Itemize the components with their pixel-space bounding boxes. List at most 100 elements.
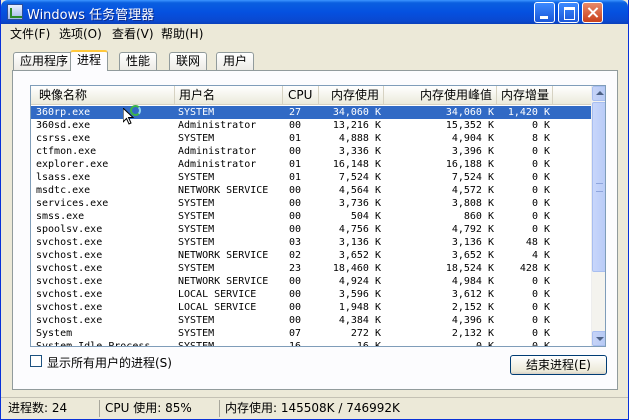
cell-image-name: svchost.exe <box>36 263 103 274</box>
cell-mem-usage: 4,564 K <box>338 185 381 196</box>
table-row[interactable]: svchost.exe SYSTEM 23 18,460 K 18,524 K 428 K <box>31 262 591 275</box>
cell-mem-delta: 4 K <box>531 250 550 261</box>
cell-image-name: svchost.exe <box>36 250 103 261</box>
cell-image-name: spoolsv.exe <box>36 224 103 235</box>
end-process-button[interactable]: 结束进程(E) <box>510 355 607 375</box>
cell-user-name: SYSTEM <box>178 315 215 326</box>
cell-user-name: SYSTEM <box>178 328 215 339</box>
table-row[interactable]: svchost.exe SYSTEM 03 3,136 K 3,136 K 48 K <box>31 236 591 249</box>
cell-cpu: 00 <box>289 146 302 157</box>
maximize-button[interactable] <box>558 2 579 23</box>
table-row[interactable]: svchost.exe NETWORK SERVICE 00 4,924 K 4,984… <box>31 275 591 288</box>
tab-applications[interactable]: 应用程序 <box>13 52 76 70</box>
column-user-name[interactable]: 用户名 <box>175 86 283 105</box>
table-row[interactable]: spoolsv.exe SYSTEM 00 4,756 K 4,792 K 0 K <box>31 223 591 236</box>
cell-peak-mem: 3,612 K <box>451 289 494 300</box>
column-peak-mem[interactable]: 内存使用峰值 <box>384 86 497 105</box>
title-bar[interactable]: Windows 任务管理器 <box>1 0 628 24</box>
cell-cpu: 23 <box>289 263 302 274</box>
scroll-up-button[interactable] <box>592 86 605 101</box>
menu-help[interactable]: 帮助(H) <box>161 25 203 42</box>
table-row[interactable]: System Idle Process SYSTEM 16 16 K 0 K 0 K <box>31 340 591 347</box>
show-all-users-checkbox[interactable] <box>30 355 42 367</box>
table-row[interactable]: csrss.exe SYSTEM 01 4,888 K 4,904 K 8 K <box>31 132 591 145</box>
table-row[interactable]: svchost.exe SYSTEM 00 4,384 K 4,396 K 0 K <box>31 314 591 327</box>
table-row[interactable]: 360sd.exe Administrator 00 13,216 K 15,352 K… <box>31 119 591 132</box>
cell-image-name: lsass.exe <box>36 172 91 183</box>
cell-mem-usage: 4,384 K <box>338 315 381 326</box>
cell-mem-delta: 0 K <box>531 302 550 313</box>
busy-spinner-icon <box>130 105 141 116</box>
scroll-thumb[interactable] <box>592 102 605 272</box>
status-process-count: 进程数: 24 <box>8 401 68 415</box>
cell-cpu: 02 <box>289 250 302 261</box>
cell-peak-mem: 2,152 K <box>451 302 494 313</box>
cell-user-name: Administrator <box>178 120 257 131</box>
table-row[interactable]: services.exe SYSTEM 00 3,736 K 3,808 K 0 K <box>31 197 591 210</box>
column-cpu[interactable]: CPU <box>283 86 319 105</box>
cell-peak-mem: 4,792 K <box>451 224 494 235</box>
cell-image-name: System <box>36 328 73 339</box>
process-list[interactable]: 映像名称 用户名 CPU 内存使用 内存使用峰值 内存增量 360rp.exe S… <box>30 85 606 347</box>
cell-mem-delta: 0 K <box>531 185 550 196</box>
status-cpu-usage: CPU 使用: 85% <box>99 400 217 417</box>
status-bar: 进程数: 24 CPU 使用: 85% 内存使用: 145508K / 7469… <box>1 397 628 419</box>
cell-mem-delta: 0 K <box>531 120 550 131</box>
cell-mem-usage: 4,756 K <box>338 224 381 235</box>
cell-peak-mem: 18,524 K <box>445 263 494 274</box>
cell-mem-delta: 48 K <box>525 237 550 248</box>
scroll-down-button[interactable] <box>592 331 605 346</box>
cell-user-name: SYSTEM <box>178 198 215 209</box>
column-mem-delta[interactable]: 内存增量 <box>497 86 553 105</box>
menu-bar: 文件(F) 选项(O) 查看(V) 帮助(H) <box>1 24 628 42</box>
cell-peak-mem: 2,132 K <box>451 328 494 339</box>
close-button[interactable] <box>582 2 603 23</box>
tab-networking[interactable]: 联网 <box>169 52 208 70</box>
table-row[interactable]: 360rp.exe SYSTEM 27 34,060 K 34,060 K 1,420 K <box>31 106 591 119</box>
cell-image-name: explorer.exe <box>36 159 109 170</box>
tab-processes[interactable]: 进程 <box>70 50 109 71</box>
cell-user-name: SYSTEM <box>178 172 215 183</box>
cell-user-name: SYSTEM <box>178 237 215 248</box>
cell-image-name: svchost.exe <box>36 302 103 313</box>
table-row[interactable]: lsass.exe SYSTEM 01 7,524 K 7,524 K 0 K <box>31 171 591 184</box>
cell-peak-mem: 15,352 K <box>445 120 494 131</box>
cell-user-name: NETWORK SERVICE <box>178 185 269 196</box>
cell-cpu: 00 <box>289 185 302 196</box>
cell-mem-delta: 0 K <box>531 159 550 170</box>
table-row[interactable]: ctfmon.exe Administrator 00 3,336 K 3,396 K 0… <box>31 145 591 158</box>
cell-peak-mem: 4,396 K <box>451 315 494 326</box>
task-manager-icon <box>7 4 23 20</box>
menu-file[interactable]: 文件(F) <box>10 25 50 42</box>
cell-user-name: NETWORK SERVICE <box>178 276 269 287</box>
cell-image-name: 360sd.exe <box>36 120 91 131</box>
minimize-button[interactable] <box>534 2 555 23</box>
tab-performance[interactable]: 性能 <box>119 52 158 70</box>
table-row[interactable]: svchost.exe LOCAL SERVICE 00 1,948 K 2,152 K… <box>31 301 591 314</box>
cell-user-name: Administrator <box>178 146 257 157</box>
menu-view[interactable]: 查看(V) <box>112 25 154 42</box>
cell-peak-mem: 3,136 K <box>451 237 494 248</box>
cell-mem-usage: 3,136 K <box>338 237 381 248</box>
cell-cpu: 01 <box>289 172 302 183</box>
table-row[interactable]: svchost.exe LOCAL SERVICE 00 3,596 K 3,612 K… <box>31 288 591 301</box>
table-row[interactable]: svchost.exe NETWORK SERVICE 02 3,652 K 3,652… <box>31 249 591 262</box>
cell-peak-mem: 16,188 K <box>445 159 494 170</box>
cell-peak-mem: 3,652 K <box>451 250 494 261</box>
vertical-scrollbar[interactable] <box>591 86 605 346</box>
cell-mem-usage: 16 K <box>356 341 381 347</box>
cell-user-name: LOCAL SERVICE <box>178 302 257 313</box>
column-mem-usage[interactable]: 内存使用 <box>319 86 384 105</box>
table-row[interactable]: explorer.exe Administrator 01 16,148 K 16,18… <box>31 158 591 171</box>
cell-cpu: 00 <box>289 276 302 287</box>
column-image-name[interactable]: 映像名称 <box>31 86 175 105</box>
table-row[interactable]: System SYSTEM 07 272 K 2,132 K 0 K <box>31 327 591 340</box>
menu-options[interactable]: 选项(O) <box>59 25 102 42</box>
cell-peak-mem: 7,524 K <box>451 172 494 183</box>
cell-mem-delta: 0 K <box>531 289 550 300</box>
show-all-users-label: 显示所有用户的进程(S) <box>47 356 172 370</box>
table-row[interactable]: msdtc.exe NETWORK SERVICE 00 4,564 K 4,572 K… <box>31 184 591 197</box>
tab-users[interactable]: 用户 <box>216 52 255 70</box>
table-row[interactable]: smss.exe SYSTEM 00 504 K 860 K 0 K <box>31 210 591 223</box>
cell-mem-delta: 0 K <box>531 146 550 157</box>
